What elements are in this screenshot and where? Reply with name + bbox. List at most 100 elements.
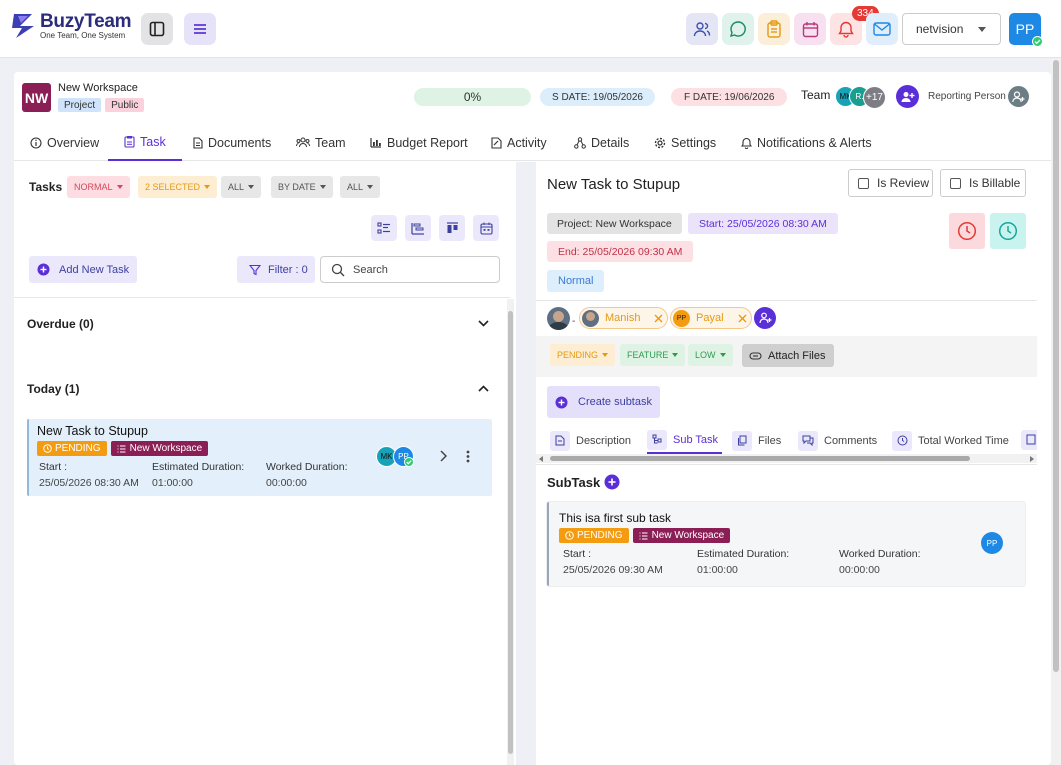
tab-task[interactable]: Task [108,124,182,161]
tab-details[interactable]: Details [574,124,629,161]
more-vertical-icon[interactable] [466,450,470,463]
plus-circle-icon[interactable] [604,474,620,490]
tab-budget-report[interactable]: Budget Report [370,124,468,161]
today-section-header[interactable]: Today (1) [27,382,79,396]
chevron-down-icon[interactable] [478,320,489,327]
chevron-up-icon[interactable] [478,385,489,392]
chevron-down-icon [319,185,326,189]
kanban-view-button[interactable] [439,215,465,241]
checkbox-box[interactable] [950,177,961,189]
page-scrollbar-thumb[interactable] [1053,60,1059,672]
start-value: 25/05/2026 08:30 AM [39,477,139,489]
plus-circle-icon [555,396,568,408]
status-dropdown[interactable]: PENDING [550,344,616,366]
sub-tab-files[interactable]: Files [732,427,781,454]
attach-files-button[interactable]: Attach Files [742,344,835,367]
sub-tabs-scrollbar-track[interactable] [536,454,1037,463]
tab-documents[interactable]: Documents [193,124,271,161]
organization-select[interactable]: netvision [902,13,1001,45]
info-icon [30,136,42,149]
sub-tab-total-worked-time[interactable]: Total Worked Time [892,427,1009,454]
calendar-view-button[interactable] [473,215,499,241]
document-icon [555,435,565,446]
menu-button[interactable] [184,13,216,45]
overdue-section-header[interactable]: Overdue (0) [27,317,94,331]
sub-tabs-scrollbar-thumb[interactable] [550,456,970,461]
assignee-filter-dropdown[interactable]: ALL [221,176,262,198]
add-team-member-button[interactable] [896,85,919,108]
reporting-person-button[interactable] [1008,86,1029,107]
search-box[interactable]: Search [320,256,500,283]
tasks-clipboard-button[interactable] [758,13,790,45]
tab-settings[interactable]: Settings [654,124,716,161]
date-filter-dropdown[interactable]: BY DATE [271,176,333,198]
organization-name: netvision [916,22,964,36]
team-avatar-stack[interactable]: MK R. +17 [835,86,891,109]
status-badge: PENDING [37,441,107,456]
stop-timer-button[interactable] [949,213,985,249]
top-bar: BuzyTeam One Team, One System 334 netvis… [0,0,1061,58]
tab-team[interactable]: Team [296,124,346,161]
status-filter-dropdown[interactable]: 2 SELECTED [138,176,218,198]
sub-tab-subtask[interactable]: Sub Task [647,427,723,454]
calendar-button[interactable] [794,13,826,45]
chat-button[interactable] [722,13,754,45]
panel-separator [516,162,536,765]
workspace-badge: New Workspace [632,528,731,543]
list-view-button[interactable] [371,215,397,241]
tab-notifications-alerts[interactable]: Notifications & Alerts [741,124,872,161]
start-date-pill: S DATE: 19/05/2026 [540,88,655,106]
priority-chip[interactable]: Normal [547,270,605,292]
checkbox-box[interactable] [858,177,869,189]
sub-tab-comments[interactable]: Comments [798,427,877,454]
close-icon[interactable] [738,314,747,323]
is-billable-checkbox[interactable]: Is Billable [940,169,1026,197]
is-review-checkbox[interactable]: Is Review [848,169,933,197]
type-dropdown[interactable]: FEATURE [620,344,686,366]
online-check-icon [1032,36,1043,47]
task-title: New Task to Stupup [37,424,148,438]
tab-activity[interactable]: Activity [491,124,547,161]
status-badge: PENDING [559,528,629,543]
task-card[interactable]: New Task to Stupup PENDING New Workspace… [27,419,492,496]
left-scrollbar-thumb[interactable] [508,311,513,754]
reporting-person-label: Reporting Person [928,91,1006,102]
close-icon[interactable] [654,314,663,323]
chevron-right-icon[interactable] [440,450,447,462]
creator-avatar[interactable] [547,307,570,330]
create-subtask-button[interactable]: Create subtask [547,386,660,418]
scroll-left-icon[interactable] [539,456,543,462]
level-dropdown[interactable]: LOW [688,344,733,366]
type-filter-dropdown[interactable]: ALL [340,176,381,198]
tab-overview[interactable]: Overview [30,124,99,161]
gantt-view-button[interactable] [405,215,431,241]
scroll-right-icon[interactable] [1030,456,1034,462]
page-scrollbar-track[interactable] [1051,58,1061,765]
start-timer-button[interactable] [990,213,1026,249]
clock-icon [565,531,574,540]
search-input[interactable]: Search [353,264,388,276]
brand-logo[interactable]: BuzyTeam One Team, One System [12,12,132,40]
sub-tab-more[interactable] [1021,430,1037,450]
add-new-task-button[interactable]: Add New Task [29,256,138,283]
subtask-card[interactable]: This isa first sub task PENDING New Work… [547,502,1025,586]
filter-icon [249,264,261,275]
start-time-chip[interactable]: Start: 25/05/2026 08:30 AM [688,213,838,234]
finish-date-pill: F DATE: 19/06/2026 [671,88,788,106]
user-avatar[interactable]: PP [1009,13,1043,47]
list-view-icon [377,221,390,234]
users-button[interactable] [686,13,718,45]
add-assignee-button[interactable] [754,307,776,329]
project-progress: 0% [414,88,531,106]
filter-button[interactable]: Filter : 0 [237,256,315,283]
sub-tab-description[interactable]: Description [550,427,631,454]
left-scrollbar-track[interactable] [507,299,514,765]
priority-filter-dropdown[interactable]: NORMAL [67,176,130,198]
end-time-chip[interactable]: End: 25/05/2026 09:30 AM [547,241,694,262]
workspace-avatar: NW [22,83,51,112]
add-user-icon [1012,90,1025,102]
divider [14,297,510,298]
mail-button[interactable] [866,13,898,45]
sidebar-toggle-button[interactable] [141,13,173,45]
chevron-down-icon [719,353,726,357]
